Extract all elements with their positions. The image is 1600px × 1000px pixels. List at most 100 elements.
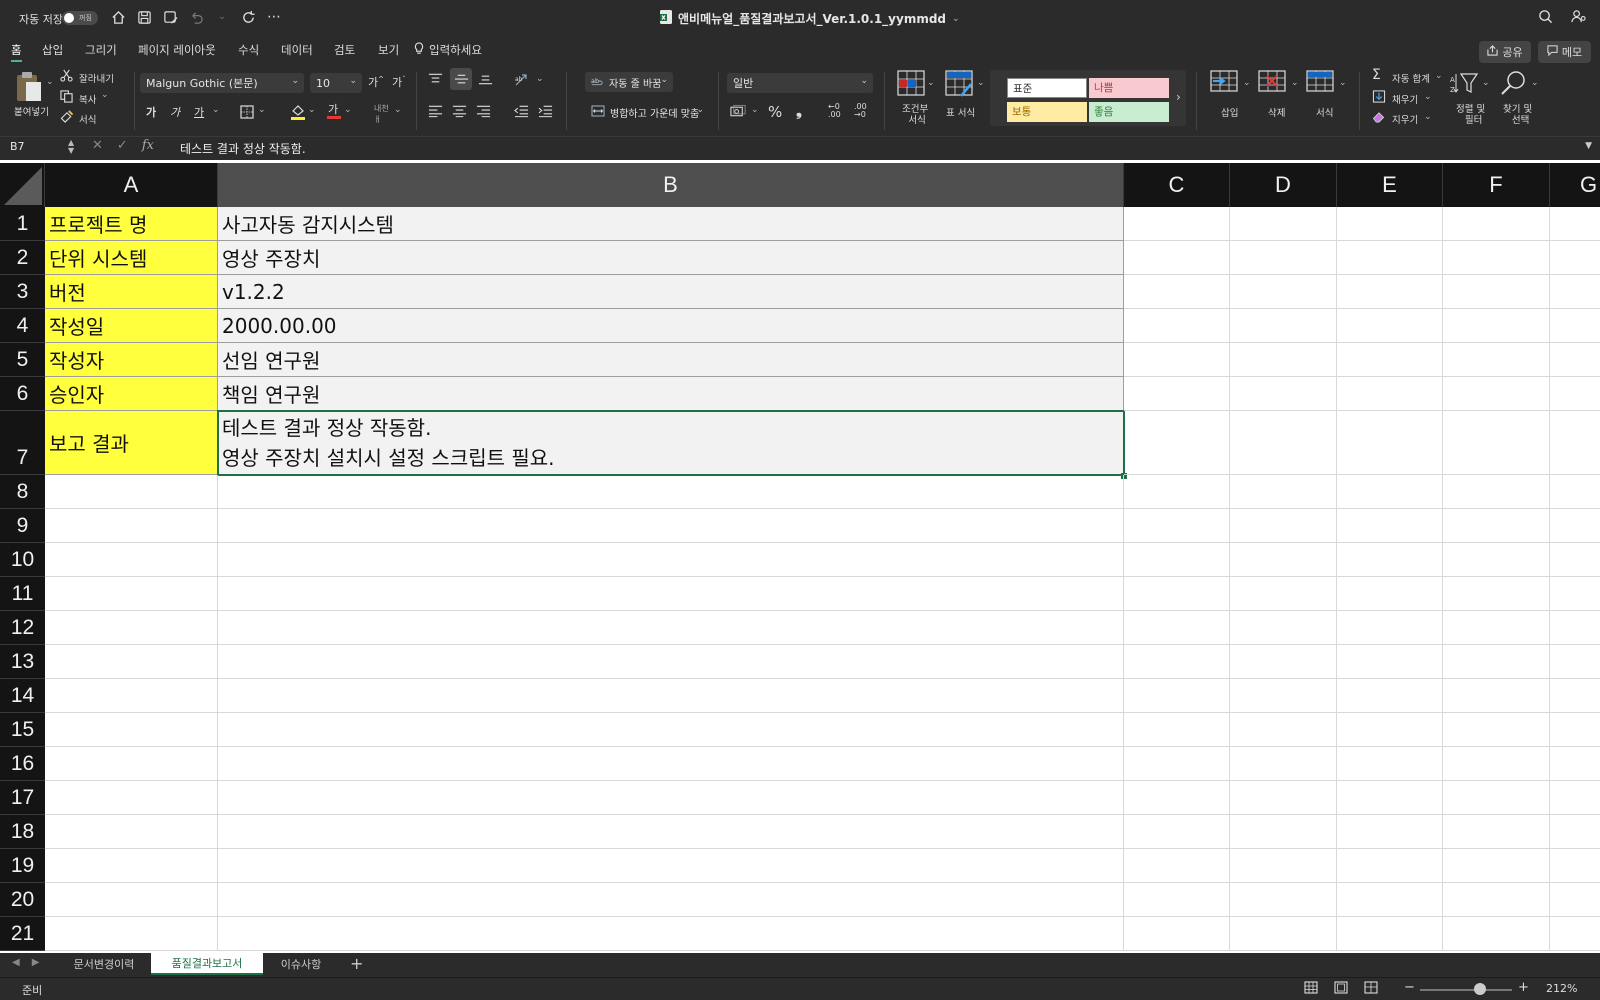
empty-cell[interactable] (1337, 241, 1443, 275)
cell-b1[interactable]: 사고자동 감지시스템 (218, 207, 1124, 241)
row-header[interactable]: 19 (0, 849, 45, 883)
worksheet-grid[interactable]: A B C D E F G 1 프로젝트 명 사고자동 감지시스템 2 단위 시… (0, 163, 1600, 953)
row-header[interactable]: 11 (0, 577, 45, 611)
format-as-table-dropdown-icon[interactable]: ⌄ (977, 78, 985, 88)
column-header-c[interactable]: C (1124, 163, 1230, 207)
empty-cell[interactable] (1337, 849, 1443, 883)
conditional-format-icon[interactable] (897, 70, 925, 100)
increase-indent-icon[interactable] (538, 104, 553, 122)
row-header[interactable]: 18 (0, 815, 45, 849)
empty-cell[interactable] (1550, 917, 1600, 951)
empty-cell[interactable] (218, 883, 1124, 917)
empty-cell[interactable] (45, 611, 218, 645)
empty-cell[interactable] (1443, 207, 1550, 241)
empty-cell[interactable] (45, 577, 218, 611)
font-name-select[interactable]: Malgun Gothic (본문) ⌄ (140, 73, 304, 93)
empty-cell[interactable] (218, 577, 1124, 611)
chevron-right-icon[interactable]: › (1176, 90, 1181, 104)
empty-cell[interactable] (1230, 917, 1337, 951)
tab-review[interactable]: 검토 (334, 42, 355, 58)
percent-style-icon[interactable]: % (768, 103, 782, 121)
tab-page-layout[interactable]: 페이지 레이아웃 (138, 42, 216, 58)
empty-cell[interactable] (1443, 509, 1550, 543)
empty-cell[interactable] (218, 475, 1124, 509)
bold-button[interactable]: 가 (146, 104, 156, 120)
empty-cell[interactable] (1443, 543, 1550, 577)
cell-a7[interactable]: 보고 결과 (45, 411, 218, 475)
empty-cell[interactable] (218, 611, 1124, 645)
empty-cell[interactable] (1443, 343, 1550, 377)
merge-center-button[interactable]: 병합하고 가운데 맞춤 ⌄ (585, 102, 709, 122)
empty-cell[interactable] (1443, 611, 1550, 645)
expand-formula-bar-icon[interactable]: ▼ (1585, 141, 1592, 151)
empty-cell[interactable] (1337, 611, 1443, 645)
empty-cell[interactable] (1230, 309, 1337, 343)
empty-cell[interactable] (1443, 747, 1550, 781)
row-header[interactable]: 20 (0, 883, 45, 917)
wrap-text-button[interactable]: ab 자동 줄 바꿈 ⌄ (585, 72, 673, 92)
scissors-icon[interactable] (60, 69, 73, 86)
row-header[interactable]: 3 (0, 275, 45, 309)
empty-cell[interactable] (45, 849, 218, 883)
empty-cell[interactable] (1337, 917, 1443, 951)
insert-cells-dropdown-icon[interactable]: ⌄ (1243, 78, 1251, 88)
zoom-out-button[interactable]: − (1404, 980, 1415, 995)
empty-cell[interactable] (218, 645, 1124, 679)
tell-me-box[interactable]: 입력하세요 (414, 42, 482, 58)
column-header-g[interactable]: G (1550, 163, 1600, 207)
empty-cell[interactable] (1230, 713, 1337, 747)
row-header[interactable]: 8 (0, 475, 45, 509)
row-header[interactable]: 15 (0, 713, 45, 747)
align-bottom-icon[interactable] (478, 72, 493, 90)
tab-home[interactable]: 홈 (11, 42, 22, 62)
row-header[interactable]: 1 (0, 207, 45, 241)
format-painter-icon[interactable] (60, 110, 74, 127)
cell-a4[interactable]: 작성일 (45, 309, 218, 343)
page-break-view-icon[interactable] (1364, 981, 1378, 997)
empty-cell[interactable] (1124, 475, 1230, 509)
empty-cell[interactable] (1443, 275, 1550, 309)
empty-cell[interactable] (1230, 475, 1337, 509)
undo-dropdown-icon[interactable]: ⌄ (214, 8, 230, 26)
empty-cell[interactable] (1443, 577, 1550, 611)
paste-dropdown-icon[interactable]: ⌄ (46, 77, 54, 87)
eraser-icon[interactable] (1372, 110, 1386, 127)
document-title[interactable]: 앤비메뉴얼_품질결과보고서_Ver.1.0.1_yymmdd ⌄ (660, 10, 960, 27)
font-size-select[interactable]: 10 ⌄ (310, 73, 362, 93)
empty-cell[interactable] (45, 781, 218, 815)
empty-cell[interactable] (1230, 645, 1337, 679)
row-header[interactable]: 2 (0, 241, 45, 275)
empty-cell[interactable] (1124, 815, 1230, 849)
add-sheet-icon[interactable]: + (350, 954, 363, 973)
format-painter-label[interactable]: 서식 (79, 112, 96, 126)
tab-data[interactable]: 데이터 (281, 42, 313, 58)
delete-cells-icon[interactable] (1258, 70, 1288, 98)
prev-sheet-icon[interactable]: ◀ (12, 957, 20, 968)
fill-color-icon[interactable] (290, 103, 306, 124)
row-header[interactable]: 9 (0, 509, 45, 543)
empty-cell[interactable] (1124, 849, 1230, 883)
autosave-toggle[interactable]: 꺼짐 (62, 11, 98, 25)
empty-cell[interactable] (1337, 679, 1443, 713)
zoom-level[interactable]: 212% (1546, 982, 1577, 995)
empty-cell[interactable] (45, 509, 218, 543)
empty-cell[interactable] (1124, 411, 1230, 475)
insert-cells-icon[interactable] (1210, 70, 1240, 98)
empty-cell[interactable] (45, 815, 218, 849)
increase-font-icon[interactable]: 가^ (368, 74, 384, 90)
decrease-font-icon[interactable]: 가ˇ (392, 74, 406, 90)
empty-cell[interactable] (1337, 713, 1443, 747)
empty-cell[interactable] (1124, 611, 1230, 645)
empty-cell[interactable] (1337, 411, 1443, 475)
cell-a5[interactable]: 작성자 (45, 343, 218, 377)
name-box[interactable]: B7 (10, 140, 25, 153)
empty-cell[interactable] (1443, 377, 1550, 411)
empty-cell[interactable] (1124, 343, 1230, 377)
empty-cell[interactable] (1337, 747, 1443, 781)
copy-label[interactable]: 복사 (79, 92, 96, 106)
empty-cell[interactable] (1124, 747, 1230, 781)
page-layout-view-icon[interactable] (1334, 981, 1348, 997)
search-icon[interactable] (1538, 9, 1553, 27)
empty-cell[interactable] (1550, 377, 1600, 411)
tab-draw[interactable]: 그리기 (85, 42, 117, 58)
